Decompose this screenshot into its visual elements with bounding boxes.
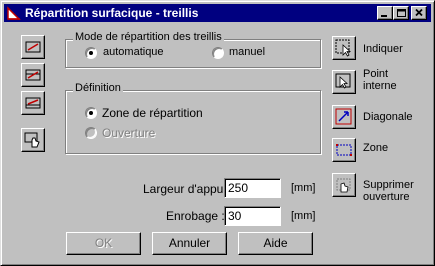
zone-top-icon [25, 69, 41, 81]
zone-label: Zone [363, 142, 389, 154]
delete-opening-icon [336, 178, 351, 193]
maximize-icon [397, 9, 406, 17]
zone-full-icon [25, 41, 41, 53]
radio-zone-repartition-label[interactable]: Zone de répartition [102, 106, 203, 120]
close-button[interactable] [411, 6, 427, 20]
enrobage-unit: [mm] [291, 210, 316, 222]
maximize-button[interactable] [393, 6, 409, 20]
help-button[interactable]: Aide [238, 232, 313, 255]
supprimer-label-1: Supprimer [363, 179, 414, 191]
zone-rect-icon [336, 144, 352, 156]
minimize-button[interactable] [377, 6, 393, 20]
point-interne-label-1: Point [363, 68, 389, 80]
diagonale-label: Diagonale [363, 111, 413, 123]
close-icon [415, 8, 423, 17]
tool-zone-full-button[interactable] [21, 35, 45, 59]
tool-edit-button[interactable] [21, 128, 45, 152]
diagonale-button[interactable] [332, 105, 356, 129]
tool-zone-top-button[interactable] [21, 63, 45, 87]
point-interne-button[interactable] [332, 70, 356, 94]
window-title: Répartition surfacique - treillis [25, 6, 199, 20]
mode-group-legend: Mode de répartition des treillis [73, 31, 224, 43]
definition-group-legend: Définition [73, 82, 123, 94]
app-icon [6, 5, 22, 21]
dialog-window: Répartition surfacique - treillis Mode d… [0, 0, 435, 266]
tool-zone-bottom-button[interactable] [21, 91, 45, 115]
radio-ouverture[interactable] [85, 127, 97, 139]
supprimer-label-2: ouverture [363, 191, 410, 203]
radio-manuel-label[interactable]: manuel [229, 46, 265, 58]
title-bar[interactable]: Répartition surfacique - treillis [4, 4, 431, 22]
radio-automatique[interactable] [85, 47, 97, 59]
radio-manuel[interactable] [212, 47, 224, 59]
select-arrow-icon [335, 39, 352, 57]
diagonal-icon [335, 108, 352, 125]
largeur-input[interactable] [224, 178, 281, 198]
hand-pointer-icon [24, 132, 40, 148]
point-arrow-icon [335, 73, 351, 89]
definition-group [65, 90, 321, 154]
zone-bottom-icon [25, 97, 41, 109]
cancel-button[interactable]: Annuler [152, 232, 227, 255]
point-interne-label-2: interne [363, 80, 397, 92]
indiquer-button[interactable] [332, 36, 356, 60]
zone-button[interactable] [332, 138, 356, 162]
enrobage-label: Enrobage : [166, 209, 225, 223]
radio-zone-repartition[interactable] [85, 107, 97, 119]
ok-button[interactable]: OK [66, 232, 141, 255]
minimize-icon [381, 15, 387, 17]
radio-ouverture-label: Ouverture [102, 126, 156, 140]
largeur-unit: [mm] [291, 182, 316, 194]
supprimer-ouverture-button[interactable] [332, 173, 356, 197]
radio-automatique-label[interactable]: automatique [103, 46, 164, 58]
enrobage-input[interactable] [224, 206, 281, 226]
largeur-label: Largeur d'appui : [143, 182, 233, 196]
indiquer-label: Indiquer [363, 43, 403, 55]
